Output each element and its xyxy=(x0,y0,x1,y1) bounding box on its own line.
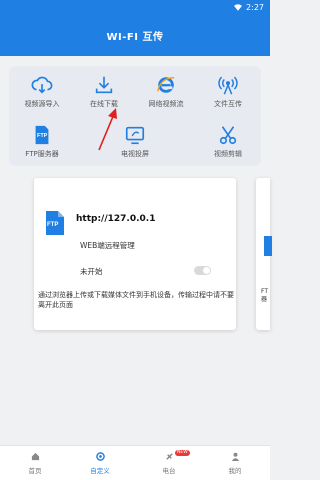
tool-video-import[interactable]: 视频源导入 xyxy=(11,70,73,116)
nav-profile[interactable]: 我的 xyxy=(205,452,265,475)
tool-label: 视频剪辑 xyxy=(214,150,242,158)
web-manager-label: WEB端远程管理 xyxy=(80,241,135,250)
status-time: 2:27 xyxy=(246,2,264,12)
tool-video-edit[interactable]: 视频剪辑 xyxy=(197,120,259,166)
tools-panel: 视频源导入 在线下载 网络视频流 文件互传 FTP FTP服务器 电视投屏 视频… xyxy=(9,66,261,166)
tool-label: FTP服务器 xyxy=(25,150,59,158)
download-icon xyxy=(95,76,113,94)
wifi-broadcast-icon xyxy=(218,76,238,95)
ie-browser-icon xyxy=(157,76,175,93)
status-bar: 2:27 xyxy=(0,0,270,14)
annotation-arrow-icon xyxy=(98,108,117,151)
tool-label: 电视投屏 xyxy=(121,150,149,158)
ftp-file-icon xyxy=(264,236,272,256)
nav-label: 首页 xyxy=(28,467,42,475)
svg-text:FTP: FTP xyxy=(47,222,58,228)
tool-ftp-server[interactable]: FTP FTP服务器 xyxy=(11,120,73,166)
cloud-download-icon xyxy=(31,76,53,94)
page-title: WI-FI 互传 xyxy=(106,31,164,43)
peek-card-text: FT 器 xyxy=(261,288,269,303)
scissors-icon xyxy=(219,126,237,145)
new-badge: NEW xyxy=(175,450,190,456)
server-url: http://127.0.0.1 xyxy=(76,214,156,224)
nav-home[interactable]: 首页 xyxy=(5,452,65,475)
web-transfer-card: FTP http://127.0.0.1 WEB端远程管理 未开始 通过浏览器上… xyxy=(34,178,236,330)
tool-file-transfer[interactable]: 文件互传 xyxy=(197,70,259,116)
next-card-peek[interactable]: FT 器 xyxy=(256,178,272,330)
wifi-signal-icon xyxy=(234,3,243,11)
tool-label: 网络视频流 xyxy=(148,100,184,108)
service-toggle[interactable] xyxy=(194,266,211,275)
profile-icon xyxy=(231,452,239,461)
svg-text:FTP: FTP xyxy=(37,133,48,139)
tool-network-stream[interactable]: 网络视频流 xyxy=(135,70,197,116)
nav-label: 电台 xyxy=(162,467,176,475)
tool-label: 文件互传 xyxy=(214,100,242,108)
home-icon xyxy=(31,452,39,461)
bottom-nav: 首页 自定义 NEW 电台 我的 xyxy=(0,445,270,480)
tool-label: 视频源导入 xyxy=(24,100,60,108)
service-status: 未开始 xyxy=(80,267,103,276)
cast-screen-icon xyxy=(125,126,145,145)
nav-custom[interactable]: 自定义 xyxy=(70,452,130,475)
ftp-file-icon: FTP xyxy=(46,211,64,235)
nav-radio[interactable]: NEW 电台 xyxy=(139,450,199,475)
nav-label: 我的 xyxy=(228,467,242,475)
radio-icon xyxy=(165,453,173,460)
card-description: 通过浏览器上传或下载媒体文件到手机设备，传输过程中请不要离开此页面 xyxy=(38,291,234,309)
nav-label: 自定义 xyxy=(90,467,110,475)
app-bar: WI-FI 互传 xyxy=(0,14,270,56)
custom-icon xyxy=(95,452,105,461)
ftp-file-icon: FTP xyxy=(35,125,49,145)
